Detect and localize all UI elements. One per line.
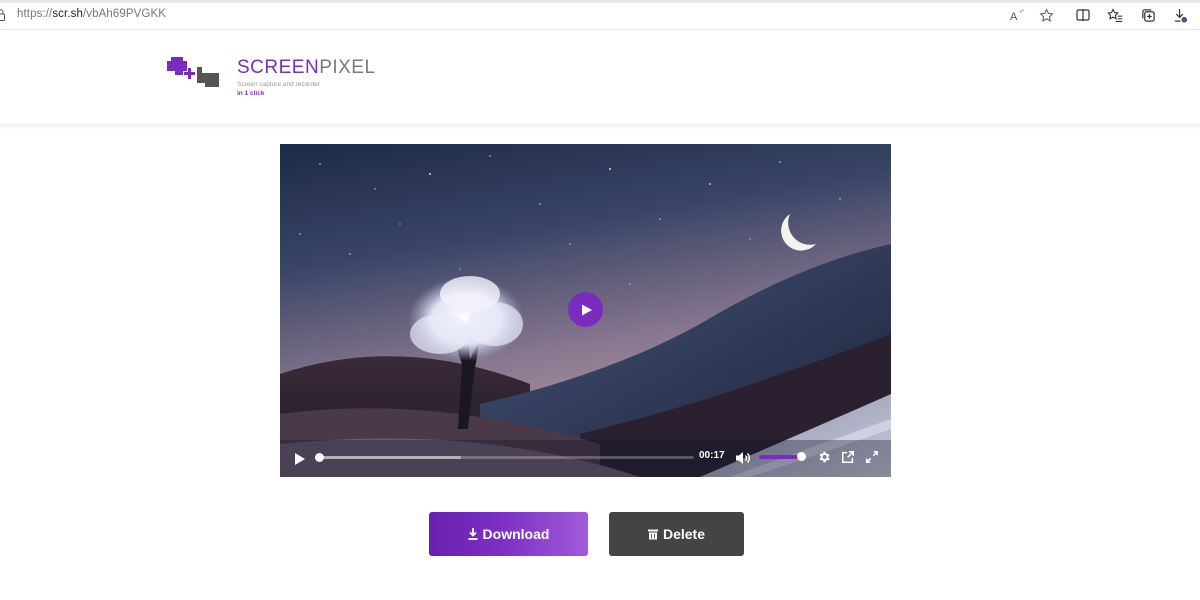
download-icon [468,528,478,540]
tagline: Screen capture and recorder [237,81,320,88]
split-screen-icon[interactable] [1073,5,1093,25]
url-text[interactable]: https://scr.sh/vbAh69PVGKK [17,8,166,20]
brand-name-pixel: PIXEL [319,57,376,78]
picture-in-picture-icon[interactable] [841,450,855,464]
download-label: Download [482,526,550,542]
browser-toolbar: https://scr.sh/vbAh69PVGKK A [0,0,1200,30]
screenpixel-logo-icon[interactable] [167,57,225,87]
volume-handle[interactable] [797,452,806,461]
brand-name-screen: SCREEN [237,57,320,78]
volume-slider[interactable] [759,455,801,459]
read-aloud-icon[interactable]: A [1008,5,1028,25]
volume-icon[interactable] [735,451,751,465]
buffered-range [318,456,461,459]
settings-gear-icon[interactable] [817,450,831,464]
brand-name[interactable]: SCREENPIXEL [237,57,376,79]
big-play-button[interactable] [568,292,603,327]
collections-icon[interactable] [1138,5,1158,25]
fullscreen-icon[interactable] [865,450,879,464]
svg-text:A: A [1010,11,1018,22]
download-button[interactable]: Download [429,512,588,556]
play-pause-button[interactable] [294,452,306,466]
trash-icon [647,529,658,540]
video-controls: 00:17 [280,444,891,474]
favorite-star-icon[interactable] [1036,5,1056,25]
favorites-list-icon[interactable] [1105,5,1125,25]
play-icon [581,304,592,315]
current-time: 00:17 [699,450,725,461]
url-path: /vbAh69PVGKK [82,8,166,20]
seek-bar[interactable] [318,456,694,459]
lock-icon[interactable] [0,9,5,21]
downloads-icon[interactable] [1170,5,1190,25]
seek-handle[interactable] [315,453,324,462]
delete-label: Delete [662,526,706,542]
url-scheme: https:// [17,8,53,20]
tagline-accent: in 1 click [237,90,265,97]
delete-button[interactable]: Delete [609,512,744,556]
url-host: scr.sh [52,8,83,20]
